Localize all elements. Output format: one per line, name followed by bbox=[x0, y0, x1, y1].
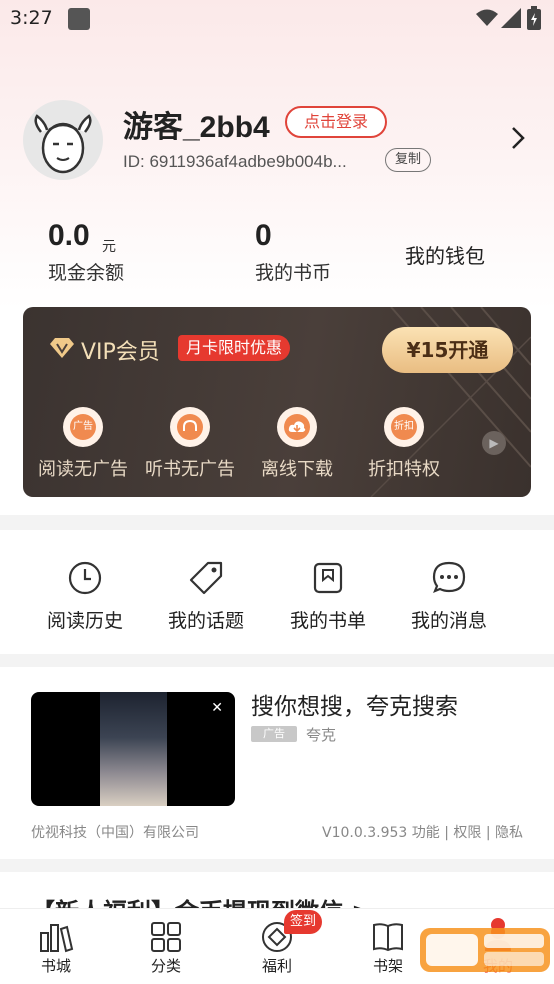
cloud-download-icon bbox=[277, 407, 317, 447]
perk-offline-download[interactable]: 离线下载 bbox=[243, 407, 351, 481]
shortcut-reading-history[interactable]: 阅读历史 bbox=[30, 560, 140, 633]
checkin-badge[interactable]: 签到 bbox=[284, 910, 323, 934]
grid-icon bbox=[151, 922, 181, 952]
chevron-right-icon[interactable] bbox=[510, 126, 526, 150]
signal-icon bbox=[501, 8, 521, 28]
sheep-avatar-icon bbox=[34, 114, 92, 174]
nav-category[interactable]: 分类 bbox=[126, 921, 206, 976]
close-icon[interactable]: ✕ bbox=[211, 700, 223, 716]
cash-unit: 元 bbox=[102, 239, 116, 255]
coin-balance-label[interactable]: 我的书币 bbox=[255, 258, 331, 285]
cash-balance-label[interactable]: 现金余额 bbox=[48, 258, 124, 285]
ad-video[interactable]: ✕ bbox=[31, 692, 235, 806]
vip-title: VIP会员 bbox=[81, 340, 160, 365]
ad-card[interactable]: ✕ 搜你想搜，夸克搜索 广告 夸克 优视科技（中国）有限公司 V10.0.3.9… bbox=[0, 667, 554, 859]
bookstore-icon bbox=[40, 924, 74, 953]
shortcut-my-topics[interactable]: 我的话题 bbox=[151, 560, 261, 633]
copy-id-button[interactable]: 复制 bbox=[385, 148, 431, 172]
clock-icon bbox=[68, 561, 102, 595]
status-bar: 3:27 bbox=[0, 0, 554, 38]
site-watermark-logo bbox=[420, 928, 550, 972]
vip-card[interactable]: VIP会员 月卡限时优惠 ¥15开通 广告 阅读无广告 听书无广告 离线下载 折… bbox=[23, 307, 531, 497]
notification-icon bbox=[68, 8, 90, 30]
shortcut-my-booklist[interactable]: 我的书单 bbox=[273, 560, 383, 633]
book-icon bbox=[373, 923, 403, 952]
ad-company: 优视科技（中国）有限公司 bbox=[31, 825, 199, 841]
perk-no-ads-listening[interactable]: 听书无广告 bbox=[136, 407, 244, 481]
my-wallet-link[interactable]: 我的钱包 bbox=[405, 240, 485, 269]
perk-no-ads-reading[interactable]: 广告 阅读无广告 bbox=[29, 407, 137, 481]
battery-icon bbox=[527, 6, 541, 30]
vip-subscribe-button[interactable]: ¥15开通 bbox=[382, 327, 513, 373]
no-ads-icon: 广告 bbox=[63, 407, 103, 447]
status-time: 3:27 bbox=[10, 7, 53, 29]
tag-icon bbox=[189, 561, 223, 595]
shortcuts-row: 阅读历史 我的话题 我的书单 我的消息 bbox=[0, 530, 554, 654]
wifi-icon bbox=[476, 9, 498, 26]
nav-bookshelf[interactable]: 书架 bbox=[348, 921, 428, 976]
login-button[interactable]: 点击登录 bbox=[285, 106, 387, 138]
headphones-icon bbox=[170, 407, 210, 447]
ad-brand: 夸克 bbox=[306, 726, 337, 744]
bookmark-icon bbox=[313, 562, 343, 594]
vip-promo-badge: 月卡限时优惠 bbox=[178, 335, 291, 361]
nav-bookstore[interactable]: 书城 bbox=[16, 921, 96, 976]
discount-icon: 折扣 bbox=[384, 407, 424, 447]
username: 游客_2bb4 bbox=[123, 111, 270, 144]
ad-tag: 广告 bbox=[251, 726, 297, 742]
chat-icon bbox=[432, 561, 466, 593]
user-id: ID: 6911936af4adbe9b004b... bbox=[123, 152, 347, 171]
perks-more-arrow-icon[interactable]: ▶ bbox=[482, 431, 506, 455]
cash-balance-value[interactable]: 0.0 bbox=[48, 219, 90, 253]
ad-title[interactable]: 搜你想搜，夸克搜索 bbox=[251, 687, 458, 721]
avatar[interactable] bbox=[23, 100, 103, 180]
ad-version-info[interactable]: V10.0.3.953 功能 | 权限 | 隐私 bbox=[322, 822, 523, 842]
perk-discount[interactable]: 折扣 折扣特权 bbox=[350, 407, 458, 481]
shortcut-my-messages[interactable]: 我的消息 bbox=[394, 560, 504, 633]
ad-video-thumbnail bbox=[100, 692, 167, 806]
vip-diamond-icon bbox=[50, 338, 74, 358]
coin-balance-value[interactable]: 0 bbox=[255, 219, 272, 253]
